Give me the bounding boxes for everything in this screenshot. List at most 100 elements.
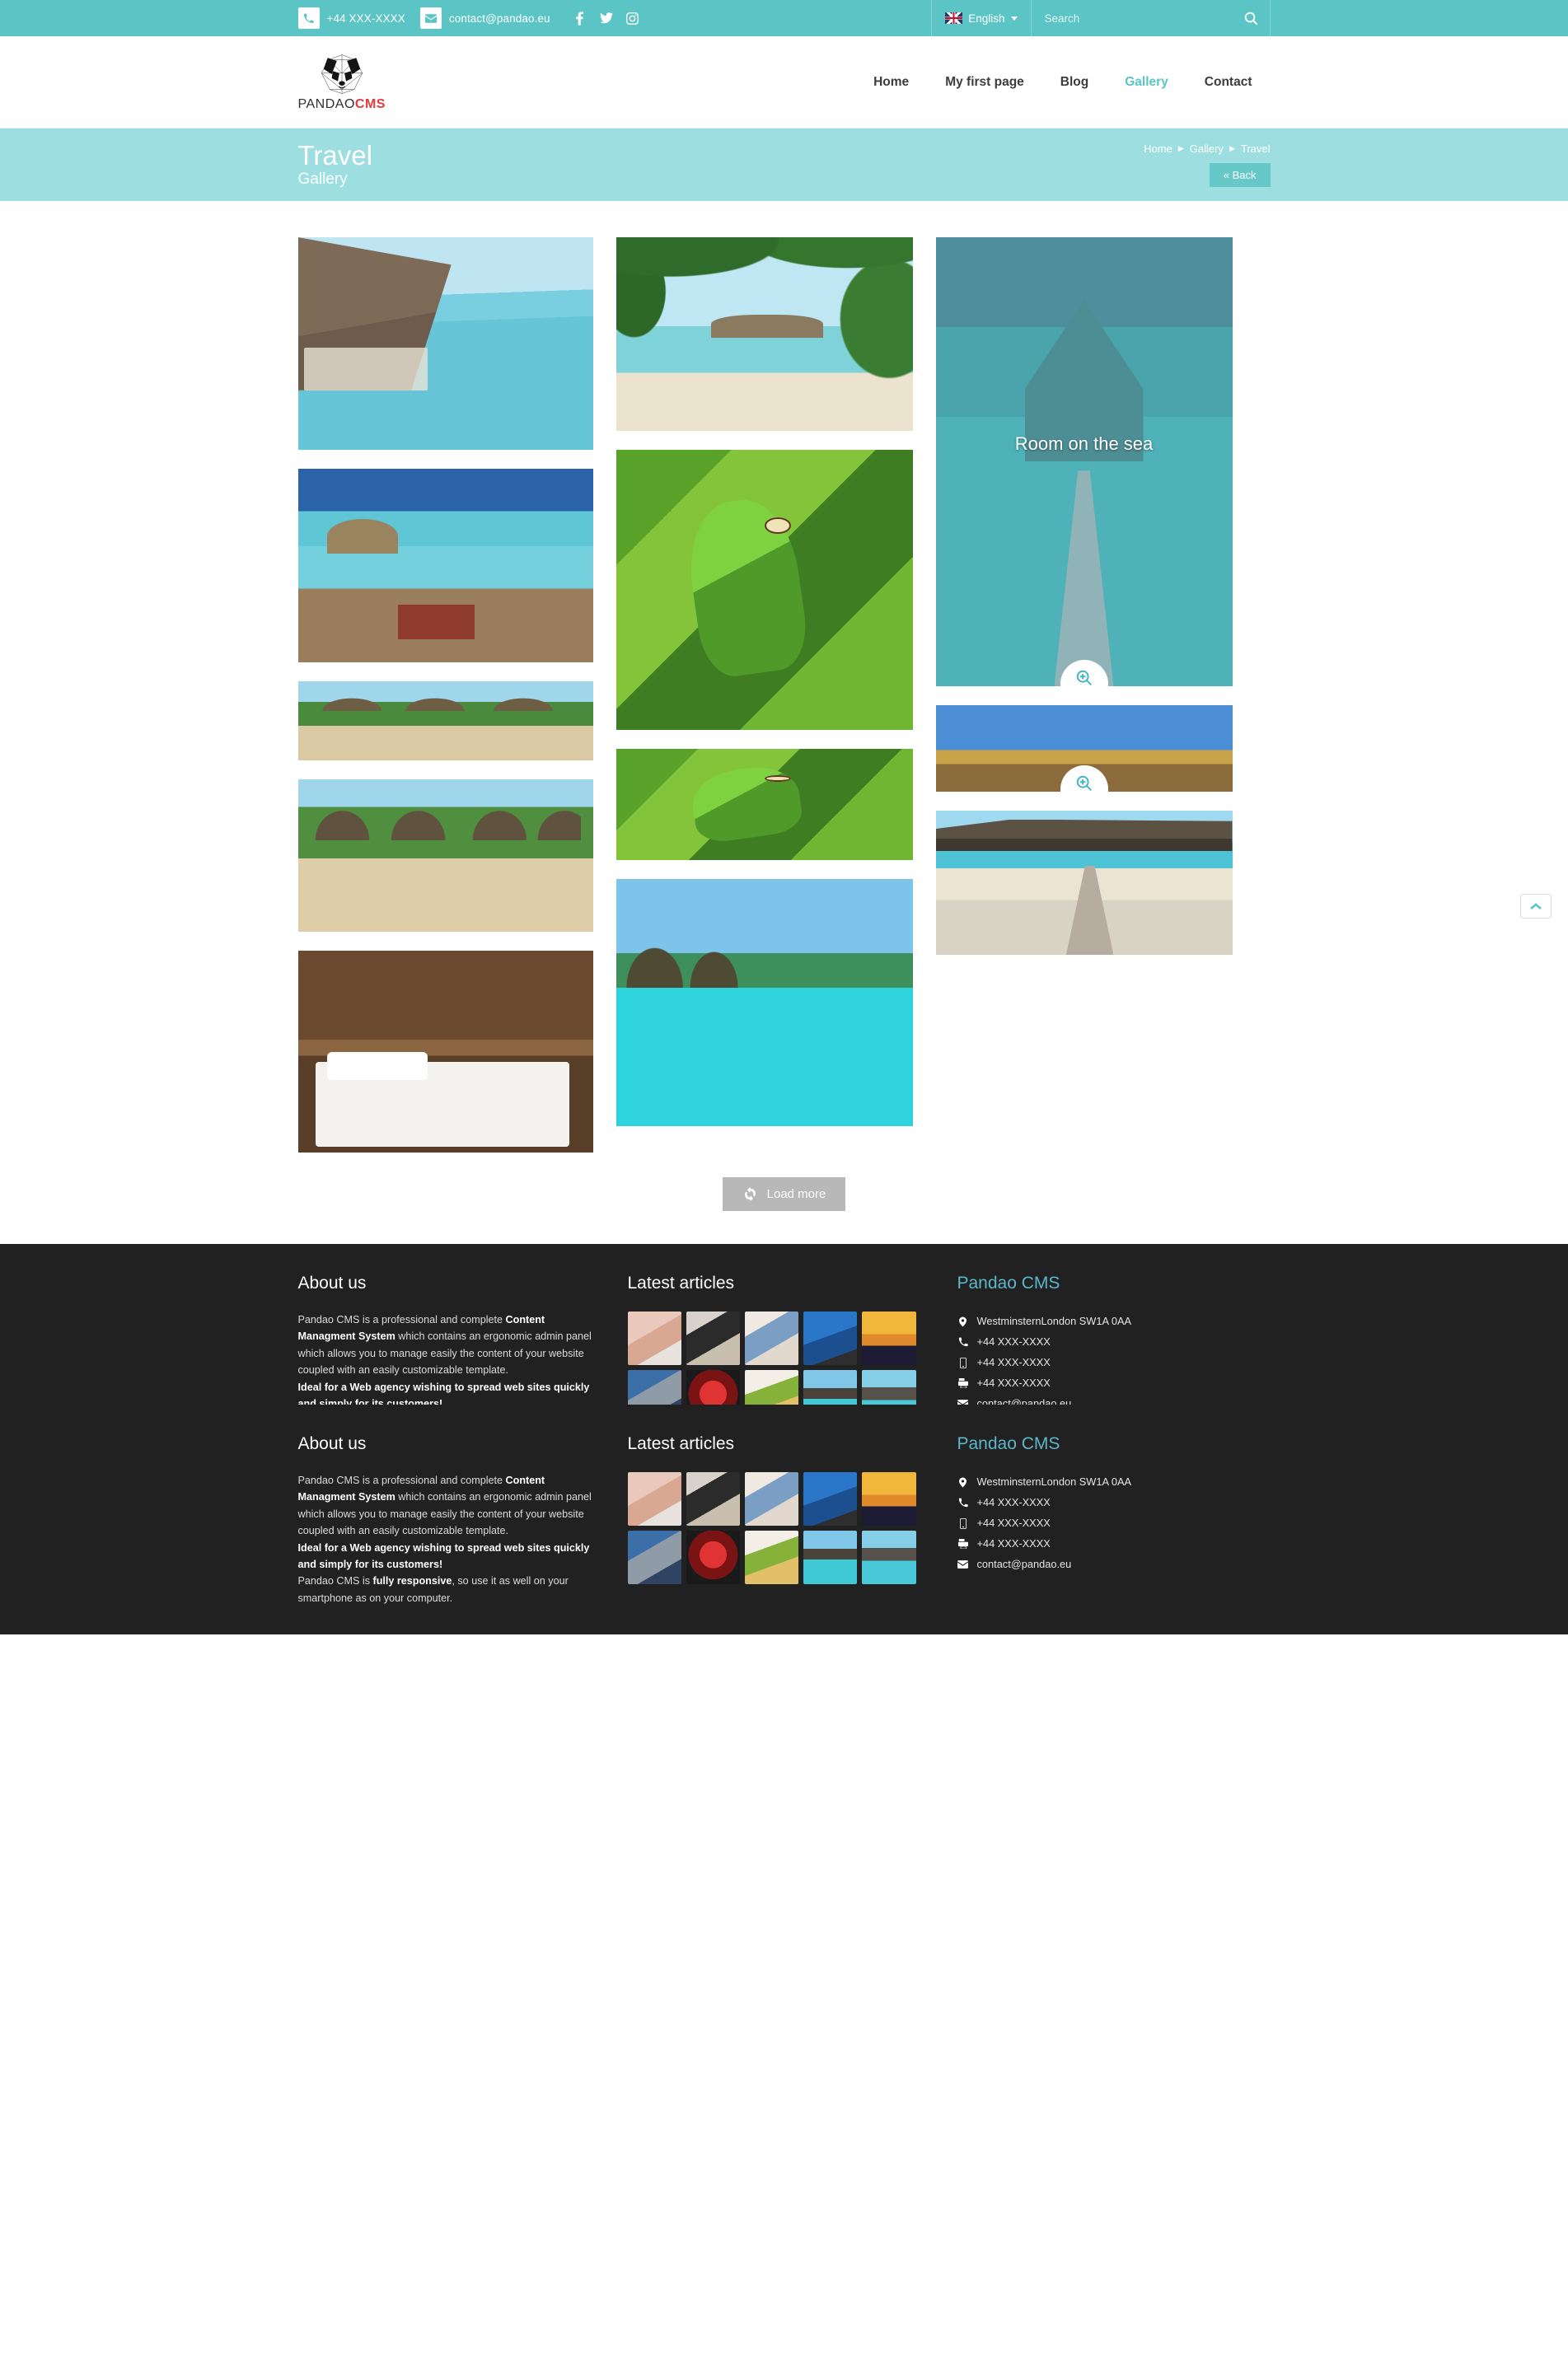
contact-mobile-text: +44 XXX-XXXX: [976, 1355, 1051, 1368]
mobile-icon: [957, 1357, 969, 1368]
article-thumb-scuba-diving[interactable]: [803, 1472, 858, 1527]
uk-flag-icon: [945, 12, 963, 24]
article-thumb-team-meeting[interactable]: [744, 1472, 799, 1527]
language-selector[interactable]: English: [931, 0, 1032, 36]
logo-wordmark: PANDAO CMS: [298, 97, 386, 112]
article-thumb-overwater-villas[interactable]: [862, 1531, 916, 1585]
breadcrumb-item-gallery[interactable]: Gallery: [1190, 143, 1224, 155]
gallery-item-pier-to-bungalows[interactable]: [935, 811, 1233, 955]
article-thumb-overwater-pier[interactable]: [803, 1531, 858, 1585]
footer-overlay-article-thumbs: [627, 1472, 916, 1585]
gallery-item-green-lizard-leaf-crop[interactable]: [615, 749, 913, 860]
site-logo[interactable]: PANDAO CMS: [298, 53, 386, 112]
article-thumb-desk-screen[interactable]: [686, 1312, 740, 1366]
topbar-phone[interactable]: +44 XXX-XXXX: [297, 0, 420, 36]
logo-text-pandao: PANDAO: [297, 96, 355, 111]
chevron-up-icon: [1530, 902, 1542, 909]
footer-overlay-band: About us Pandao CMS is a professional an…: [0, 1405, 1568, 1635]
gallery-item-bedroom-wood[interactable]: [297, 951, 593, 1153]
gallery-image: [297, 779, 593, 932]
gallery-image: [935, 237, 1233, 686]
gallery-item-room-on-the-sea[interactable]: Room on the sea: [935, 237, 1233, 686]
gallery-image: [615, 879, 913, 1126]
search-button[interactable]: [1244, 12, 1258, 26]
phone-icon: [297, 7, 320, 29]
language-label: English: [968, 12, 1005, 25]
contact-address: WestminsternLondon SW1A 0AA: [957, 1472, 1271, 1493]
article-thumb-idea-notes[interactable]: [627, 1312, 681, 1366]
about-p1-a: Pandao CMS is a professional and complet…: [297, 1314, 506, 1326]
gallery-image: [615, 237, 913, 431]
chevron-down-icon: [1010, 16, 1018, 21]
gallery-image: [615, 450, 913, 730]
contact-fax-text: +44 XXX-XXXX: [976, 1536, 1051, 1550]
phone-icon: [957, 1337, 969, 1347]
gallery-item-deck-table-sea[interactable]: [297, 469, 593, 662]
mobile-icon: [957, 1517, 969, 1529]
gallery-grid: Room on the sea: [297, 237, 1271, 1153]
instagram-icon[interactable]: [626, 11, 639, 26]
load-more-button[interactable]: Load more: [722, 1177, 846, 1211]
article-thumb-idea-notes[interactable]: [627, 1472, 681, 1527]
article-thumb-sunset-silhouette[interactable]: [862, 1312, 916, 1366]
gallery-image: [297, 681, 593, 760]
contact-mobile: +44 XXX-XXXX: [957, 1513, 1271, 1534]
gallery-image: [297, 469, 593, 662]
about-p3-b: fully responsive: [372, 1575, 452, 1587]
article-thumb-industrial-turbine[interactable]: [627, 1531, 681, 1585]
about-p1-a: Pandao CMS is a professional and complet…: [297, 1475, 506, 1486]
article-thumb-team-meeting[interactable]: [744, 1312, 799, 1366]
envelope-icon: [419, 7, 442, 29]
contact-email: contact@pandao.eu: [957, 1555, 1271, 1575]
gallery-item-beach-huts-garden[interactable]: [297, 779, 593, 932]
nav-item-blog[interactable]: Blog: [1042, 67, 1107, 98]
page-subtitle: Gallery: [297, 171, 348, 189]
topbar-phone-text: +44 XXX-XXXX: [326, 12, 405, 25]
refresh-icon: [744, 1186, 756, 1202]
nav-item-home[interactable]: Home: [855, 67, 927, 98]
gallery-item-turquoise-lagoon[interactable]: [615, 879, 913, 1126]
gallery-item-palm-leaves-lagoon[interactable]: [615, 237, 913, 431]
top-bar: +44 XXX-XXXX contact@pandao.eu English S…: [0, 0, 1568, 36]
article-thumb-fireworks-red[interactable]: [686, 1531, 740, 1585]
nav-item-contact[interactable]: Contact: [1187, 67, 1271, 98]
gallery-item-beach-huts-palms[interactable]: [297, 681, 593, 760]
breadcrumb-item-travel: Travel: [1240, 143, 1271, 155]
twitter-icon[interactable]: [599, 11, 613, 26]
search-input[interactable]: [1044, 12, 1236, 25]
gallery-column-3: Room on the sea: [935, 237, 1233, 955]
contact-phone: +44 XXX-XXXX: [957, 1332, 1271, 1353]
nav-item-gallery[interactable]: Gallery: [1107, 67, 1187, 98]
main-navigation: Home My first page Blog Gallery Contact: [855, 67, 1270, 98]
back-button[interactable]: « Back: [1209, 163, 1271, 187]
gallery-column-2: [615, 237, 913, 1126]
contact-mobile-text: +44 XXX-XXXX: [976, 1516, 1051, 1529]
page-title: Travel: [297, 139, 372, 171]
facebook-icon[interactable]: [573, 11, 587, 26]
breadcrumb: Home ▶ Gallery ▶ Travel: [1144, 143, 1270, 155]
article-thumb-sunset-silhouette[interactable]: [862, 1472, 916, 1527]
scroll-to-top-button[interactable]: [1520, 894, 1552, 919]
top-bar-left: +44 XXX-XXXX contact@pandao.eu: [297, 0, 639, 36]
article-thumb-scuba-diving[interactable]: [803, 1312, 858, 1366]
topbar-email[interactable]: contact@pandao.eu: [419, 0, 565, 36]
nav-item-my-first-page[interactable]: My first page: [927, 67, 1042, 98]
footer-contact-title: Pandao CMS: [957, 1274, 1060, 1293]
footer-overlay-contact-column: Pandao CMS WestminsternLondon SW1A 0AA +…: [957, 1434, 1271, 1606]
gallery-image: [297, 951, 593, 1153]
breadcrumb-item-home[interactable]: Home: [1144, 143, 1172, 155]
search-box[interactable]: [1032, 0, 1271, 36]
footer-overlay-contact-title: Pandao CMS: [957, 1434, 1060, 1453]
contact-phone-text: +44 XXX-XXXX: [976, 1335, 1051, 1348]
article-thumb-food-salad[interactable]: [744, 1531, 799, 1585]
contact-email-text: contact@pandao.eu: [976, 1557, 1072, 1570]
breadcrumb-separator: ▶: [1229, 144, 1235, 152]
gallery-item-green-lizard-leaf[interactable]: [615, 450, 913, 730]
article-thumb-desk-screen[interactable]: [686, 1472, 740, 1527]
footer-overlay-about-column: About us Pandao CMS is a professional an…: [298, 1434, 628, 1606]
phone-icon: [957, 1498, 969, 1508]
gallery-section: Room on the sea Load more: [0, 201, 1568, 1211]
fax-icon: [957, 1539, 969, 1550]
gallery-item-overwater-bungalows[interactable]: [297, 237, 593, 450]
gallery-item-blue-sea-dune[interactable]: [935, 705, 1233, 792]
